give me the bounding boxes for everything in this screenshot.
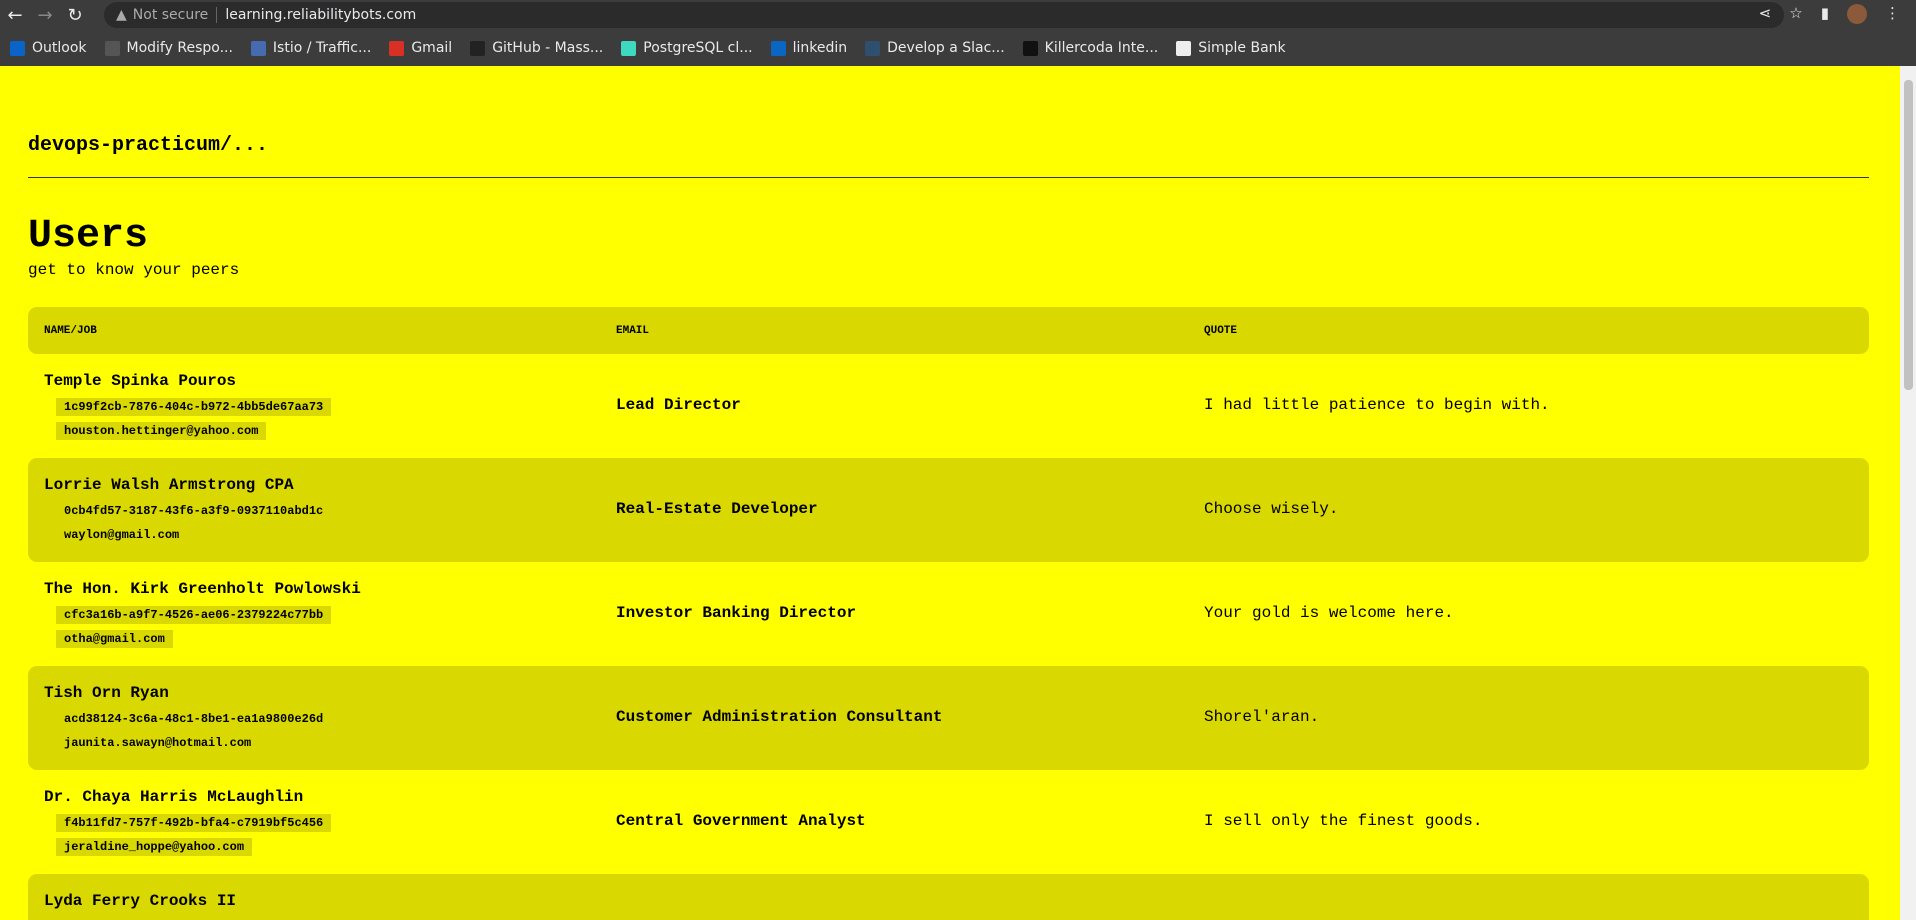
user-quote: I sell only the finest goods. (1204, 812, 1483, 830)
page-subtitle: get to know your peers (28, 261, 240, 279)
bookmark-icon (10, 40, 25, 56)
user-quote: Shorel'aran. (1204, 708, 1320, 726)
table-row: The Hon. Kirk Greenholt Powlowski cfc3a16… (28, 562, 1869, 666)
table-row: Lyda Ferry Crooks II (28, 874, 1869, 920)
user-id: f4b11fd7-757f-492b-bfa4-c7919bf5c456 (56, 814, 332, 832)
user-job: Central Government Analyst (616, 812, 866, 830)
bookmark-item[interactable]: Killercoda Inte... (1022, 40, 1159, 56)
forward-icon[interactable]: → (30, 5, 60, 26)
bookmark-icon (621, 40, 637, 56)
bookmark-label: GitHub - Mass... (492, 40, 604, 56)
user-email: otha@gmail.com (56, 630, 173, 648)
bookmark-label: Develop a Slac... (887, 40, 1005, 56)
bookmark-item[interactable]: PostgreSQL cl... (621, 40, 753, 56)
user-name: Lorrie Walsh Armstrong CPA (44, 476, 294, 494)
bookmark-icon (1022, 40, 1038, 56)
bookmark-item[interactable]: GitHub - Mass... (470, 40, 603, 56)
bookmark-item[interactable]: Istio / Traffic... (250, 40, 372, 56)
bookmark-icon (865, 40, 881, 56)
user-name: Lyda Ferry Crooks II (44, 892, 237, 910)
bookmark-label: Simple Bank (1198, 40, 1286, 56)
scrollbar-thumb[interactable] (1904, 80, 1913, 390)
bookmark-label: linkedin (792, 40, 848, 56)
table-row: Tish Orn Ryan acd38124-3c6a-48c1-8be1-ea1… (28, 666, 1869, 770)
bookmark-label: Outlook (32, 40, 87, 56)
header-name-job: NAME/JOB (44, 324, 97, 337)
user-name: The Hon. Kirk Greenholt Powlowski (44, 580, 361, 598)
user-email: waylon@gmail.com (64, 528, 180, 542)
breadcrumb[interactable]: devops-practicum/... (28, 134, 268, 157)
warning-icon: ▲ (116, 7, 127, 23)
avatar[interactable] (1847, 4, 1867, 24)
reload-icon[interactable]: ↻ (60, 5, 90, 26)
bookmark-icon (250, 40, 266, 56)
user-name: Temple Spinka Pouros (44, 372, 237, 390)
bookmarks-bar: Outlook Modify Respo... Istio / Traffic...… (0, 30, 1916, 66)
star-icon[interactable]: ☆ (1789, 4, 1802, 24)
bookmark-item[interactable]: linkedin (770, 40, 848, 56)
users-table: NAME/JOB EMAIL QUOTE Temple Spinka Pouro… (28, 307, 1869, 920)
bookmark-icon (104, 40, 120, 56)
menu-icon[interactable]: ⋮ (1885, 4, 1900, 24)
bookmark-item[interactable]: Gmail (389, 40, 452, 56)
user-id: 1c99f2cb-7876-404c-b972-4bb5de67aa73 (56, 398, 332, 416)
bookmark-label: Modify Respo... (126, 40, 233, 56)
bookmark-item[interactable]: Simple Bank (1176, 40, 1286, 56)
browser-chrome: ← → ↻ ▲ Not secure learning.reliabilityb… (0, 0, 1916, 66)
table-header: NAME/JOB EMAIL QUOTE (28, 307, 1869, 354)
security-label: Not secure (133, 7, 218, 23)
user-quote: Your gold is welcome here. (1204, 604, 1454, 622)
user-id: 0cb4fd57-3187-43f6-a3f9-0937110abd1c (64, 504, 324, 518)
user-name: Tish Orn Ryan (44, 684, 169, 702)
url-text: learning.reliabilitybots.com (225, 7, 417, 23)
back-icon[interactable]: ← (0, 5, 30, 26)
user-job: Lead Director (616, 396, 741, 414)
bookmark-icon (1176, 40, 1192, 56)
bookmark-label: PostgreSQL cl... (643, 40, 753, 56)
bookmark-label: Gmail (411, 40, 453, 56)
page-title: Users (28, 214, 149, 259)
header-email: EMAIL (616, 324, 650, 337)
share-icon[interactable]: ⋖ (1759, 4, 1772, 24)
user-job: Real-Estate Developer (616, 500, 818, 518)
user-quote: I had little patience to begin with. (1204, 396, 1550, 414)
bookmark-label: Killercoda Inte... (1044, 40, 1159, 56)
user-job: Customer Administration Consultant (616, 708, 943, 726)
bookmark-item[interactable]: Modify Respo... (104, 40, 233, 56)
user-email: houston.hettinger@yahoo.com (56, 422, 267, 440)
bookmark-item[interactable]: Outlook (10, 40, 87, 56)
user-id: cfc3a16b-a9f7-4526-ae06-2379224c77bb (56, 606, 332, 624)
table-row: Dr. Chaya Harris McLaughlin f4b11fd7-757f… (28, 770, 1869, 874)
bookmark-icon (470, 40, 486, 56)
user-quote: Choose wisely. (1204, 500, 1339, 518)
user-job: Investor Banking Director (616, 604, 857, 622)
divider (28, 177, 1869, 178)
side-panel-icon[interactable]: ▮ (1821, 4, 1829, 24)
user-email: jeraldine_hoppe@yahoo.com (56, 838, 253, 856)
table-row: Temple Spinka Pouros 1c99f2cb-7876-404c-b… (28, 354, 1869, 458)
user-id: acd38124-3c6a-48c1-8be1-ea1a9800e26d (64, 712, 324, 726)
bookmark-icon (389, 40, 405, 56)
user-name: Dr. Chaya Harris McLaughlin (44, 788, 304, 806)
bookmark-label: Istio / Traffic... (272, 40, 372, 56)
header-quote: QUOTE (1204, 324, 1238, 337)
table-row: Lorrie Walsh Armstrong CPA 0cb4fd57-3187-… (28, 458, 1869, 562)
user-email: jaunita.sawayn@hotmail.com (64, 736, 252, 750)
bookmark-icon (770, 40, 786, 56)
scrollbar[interactable] (1900, 66, 1916, 920)
address-bar[interactable]: ▲ Not secure learning.reliabilitybots.co… (104, 2, 1784, 28)
bookmark-item[interactable]: Develop a Slac... (865, 40, 1005, 56)
